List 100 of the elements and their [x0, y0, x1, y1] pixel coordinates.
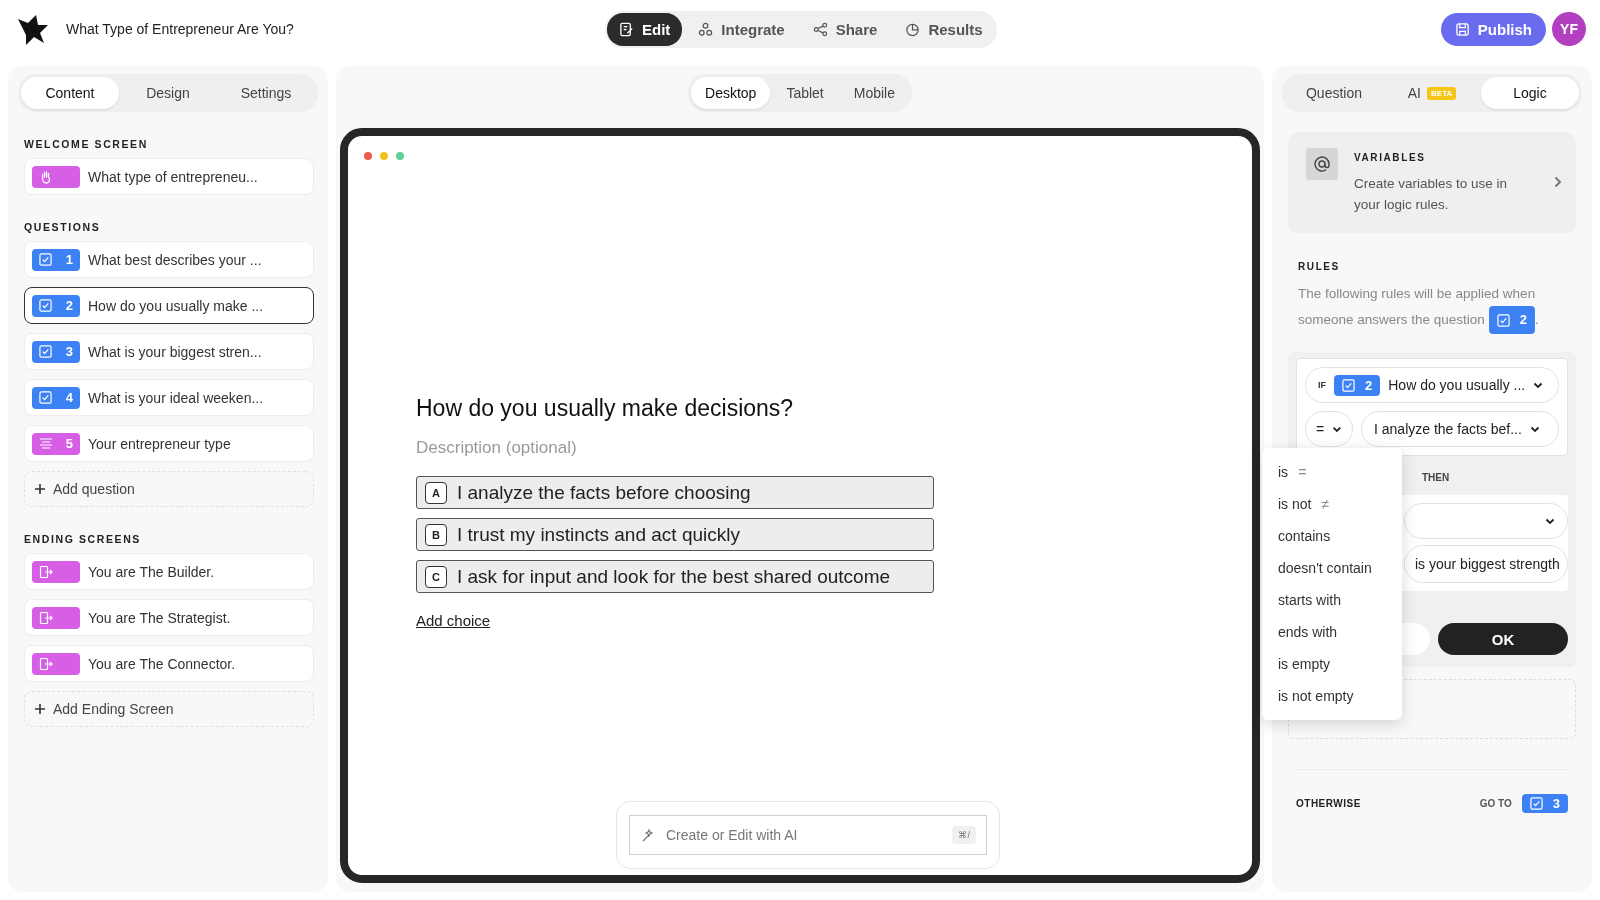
item-label: What is your biggest stren...	[88, 343, 262, 360]
sidebar-item[interactable]: 3 What is your biggest stren...	[24, 333, 314, 370]
ai-input-field[interactable]: Create or Edit with AI	[664, 826, 945, 844]
beta-badge: BETA	[1427, 86, 1457, 100]
answer-choice[interactable]: C I ask for input and look for the best shared outcome	[416, 560, 934, 593]
exit-icon	[39, 564, 53, 579]
item-type-badge: 5	[32, 432, 80, 455]
publish-button[interactable]: Publish	[1440, 12, 1546, 46]
chevron-down-icon	[1529, 425, 1540, 433]
item-label: How do you usually make ...	[88, 297, 264, 314]
edit-icon	[619, 22, 634, 37]
ai-prompt-box[interactable]: Create or Edit with AI ⌘/	[629, 815, 987, 855]
answer-choice[interactable]: B I trust my instincts and act quickly	[416, 518, 934, 551]
share-icon	[812, 22, 828, 37]
variables-heading: VARIABLES	[1354, 152, 1427, 163]
sidebar-item[interactable]: 2 How do you usually make ...	[24, 287, 314, 324]
question-badge[interactable]: 3	[1521, 794, 1568, 813]
menu-item[interactable]: is empty	[1262, 648, 1402, 680]
sidebar-item[interactable]: 1 What best describes your ...	[24, 241, 314, 278]
add-choice-link[interactable]: Add choice	[416, 612, 491, 629]
variables-card[interactable]: VARIABLES Create variables to use in your logic rules.	[1288, 132, 1576, 233]
device-tab[interactable]: Desktop	[691, 77, 771, 109]
panel-tab[interactable]: AI BETA	[1383, 77, 1481, 109]
add-item-button[interactable]: Add question	[24, 471, 314, 507]
menu-item[interactable]: doesn't contain	[1262, 552, 1402, 584]
period-text: .	[1534, 311, 1539, 327]
nodes-icon	[698, 22, 714, 37]
choice-label: I analyze the facts before choosing	[457, 481, 751, 504]
variables-description: Create variables to use in your logic rules.	[1354, 175, 1509, 214]
panel-tab[interactable]: Settings	[217, 77, 315, 109]
menu-item[interactable]: contains	[1262, 520, 1402, 552]
choice-label: I trust my instincts and act quickly	[457, 523, 740, 546]
section-heading: ENDING SCREENS	[24, 533, 142, 545]
checkbox-icon	[39, 299, 52, 312]
panel-tab[interactable]: Content	[21, 77, 119, 109]
item-type-badge: 1	[32, 248, 80, 271]
item-type-badge: 3	[32, 340, 80, 363]
sidebar-item[interactable]: You are The Builder.	[24, 553, 314, 590]
menu-item[interactable]: ends with	[1262, 616, 1402, 648]
choice-letter: B	[425, 523, 447, 546]
section-heading: WELCOME SCREEN	[24, 138, 149, 150]
panel-tab[interactable]: Logic	[1481, 77, 1579, 109]
question-select[interactable]: IF 2 How do you usually ...	[1305, 367, 1559, 403]
nav-tab[interactable]: Results	[893, 13, 995, 46]
panel-tab[interactable]: Design	[119, 77, 217, 109]
chevron-down-icon	[1332, 425, 1342, 433]
checkbox-icon	[1529, 797, 1543, 810]
item-type-badge: 2	[32, 294, 80, 317]
nav-tab[interactable]: Edit	[607, 13, 683, 46]
text-lines-icon	[39, 437, 53, 450]
sidebar-item[interactable]: What type of entrepreneu...	[24, 158, 314, 195]
sidebar-item[interactable]: You are The Connector.	[24, 645, 314, 682]
form-title: What Type of Entrepreneur Are You?	[66, 21, 294, 37]
rules-description: someone answers the question	[1298, 311, 1485, 327]
choice-label: I ask for input and look for the best shared outcome	[457, 565, 891, 588]
menu-item[interactable]: is not ≠	[1262, 488, 1402, 520]
otherwise-label: OTHERWISE	[1296, 798, 1361, 809]
answer-select[interactable]: I analyze the facts bef...	[1361, 411, 1559, 447]
item-type-badge: 4	[32, 386, 80, 409]
device-tab[interactable]: Tablet	[772, 77, 838, 109]
panel-tab[interactable]: Question	[1285, 77, 1383, 109]
user-avatar[interactable]: YF	[1552, 12, 1586, 46]
window-dot	[364, 152, 372, 160]
checkbox-icon	[39, 391, 52, 404]
item-label: You are The Strategist.	[88, 609, 231, 626]
choice-letter: A	[425, 481, 447, 504]
app-logo[interactable]	[16, 13, 50, 45]
window-dot	[396, 152, 404, 160]
choice-letter: C	[425, 565, 447, 588]
checkbox-icon	[1496, 313, 1510, 327]
answer-choice[interactable]: A I analyze the facts before choosing	[416, 476, 934, 509]
item-label: What best describes your ...	[88, 251, 262, 268]
plus-icon	[35, 484, 45, 494]
nav-tab[interactable]: Share	[800, 13, 890, 46]
menu-item[interactable]: is not empty	[1262, 680, 1402, 712]
checkbox-icon	[39, 345, 52, 358]
item-label: What is your ideal weeken...	[88, 389, 264, 406]
sidebar-item[interactable]: 5 Your entrepreneur type	[24, 425, 314, 462]
device-tab[interactable]: Mobile	[839, 77, 909, 109]
add-item-button[interactable]: Add Ending Screen	[24, 691, 314, 727]
menu-item[interactable]: starts with	[1262, 584, 1402, 616]
sidebar-item[interactable]: 4 What is your ideal weeken...	[24, 379, 314, 416]
sidebar-item[interactable]: You are The Strategist.	[24, 599, 314, 636]
chevron-right-icon	[1554, 175, 1562, 188]
rules-description: The following rules will be applied when	[1298, 285, 1537, 303]
chevron-down-icon	[1533, 381, 1544, 389]
nav-tab[interactable]: Integrate	[686, 13, 797, 46]
item-label: You are The Connector.	[88, 655, 236, 672]
hand-icon	[39, 169, 53, 184]
rules-heading: RULES	[1298, 261, 1341, 272]
exit-icon	[39, 656, 53, 671]
ok-button[interactable]: OK	[1438, 623, 1568, 655]
operator-select[interactable]: =	[1305, 411, 1353, 447]
checkbox-icon	[39, 253, 52, 266]
save-icon	[1454, 21, 1470, 37]
plus-icon	[35, 704, 45, 714]
pie-chart-icon	[905, 22, 921, 37]
chevron-down-icon	[1545, 517, 1555, 525]
menu-item[interactable]: is =	[1262, 456, 1402, 488]
item-label: You are The Builder.	[88, 563, 215, 580]
